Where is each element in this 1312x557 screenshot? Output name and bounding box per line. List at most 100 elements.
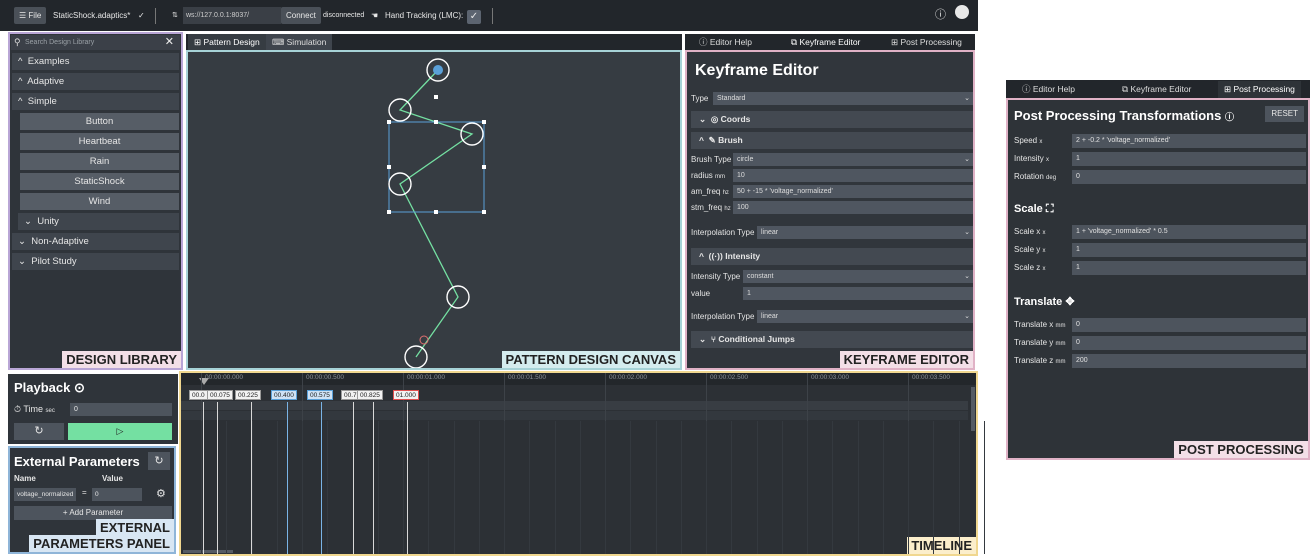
timeline-keyframe[interactable]: 00.825	[357, 390, 383, 400]
interpolation-label: Interpolation Type	[691, 228, 755, 237]
stm-freq-input[interactable]: 100	[733, 201, 973, 214]
save-check-icon[interactable]: ✓	[138, 7, 145, 24]
pattern-design-canvas[interactable]: PATTERN DESIGN CANVAS	[186, 50, 682, 370]
interpolation-select[interactable]: linear ⌄	[757, 226, 973, 239]
file-menu-button[interactable]: ☰ File	[14, 7, 47, 24]
reset-button[interactable]: ↻	[14, 423, 64, 440]
library-group-pilot-study[interactable]: ⌄ Pilot Study	[12, 253, 179, 270]
scale-z-input[interactable]: 1	[1072, 261, 1306, 275]
tx-label-text: Translate x	[1014, 320, 1054, 329]
type-label: Type	[691, 94, 709, 103]
tab-simulation[interactable]: ⌨ Simulation	[266, 34, 333, 51]
scale-x-unit: x	[1042, 230, 1046, 236]
time-row: ⏱ Time sec	[14, 404, 55, 414]
radius-input[interactable]: 10	[733, 169, 973, 182]
pattern-path-svg[interactable]	[188, 52, 680, 368]
am-freq-label: am_freq	[691, 187, 721, 196]
websocket-url-input[interactable]: ws://127.0.0.1:8037/	[183, 7, 281, 24]
library-group-unity[interactable]: ⌄ Unity	[18, 213, 179, 230]
library-search-input[interactable]: ⚲ Search Design Library ✕	[11, 35, 180, 50]
hand-tracking-checkbox[interactable]: ✓	[467, 8, 481, 25]
zone-label-post-processing: POST PROCESSING	[1174, 441, 1308, 458]
play-button[interactable]: ▷	[68, 423, 172, 440]
am-freq-row: am_freq hz 50 + -15 * 'voltage_normalize…	[691, 185, 973, 199]
library-group-adaptive[interactable]: ^ Adaptive	[12, 73, 179, 90]
chevron-down-icon: ⌄	[964, 229, 970, 236]
type-select[interactable]: Standard ⌄	[713, 92, 973, 105]
info-icon[interactable]: ⓘ	[935, 7, 946, 24]
library-item-heartbeat[interactable]: Heartbeat	[20, 133, 179, 150]
scale-x-input[interactable]: 1 + 'voltage_normalized' * 0.5	[1072, 225, 1306, 239]
tab-keyframe-editor[interactable]: ⧉ Keyframe Editor	[785, 34, 866, 51]
library-item-button[interactable]: Button	[20, 113, 179, 130]
timeline-keyframe[interactable]: 00.225	[235, 390, 261, 400]
param-value-input[interactable]: 0	[92, 488, 142, 501]
post-tab-keyframe-editor[interactable]: ⧉ Keyframe Editor	[1116, 81, 1197, 98]
timeline-ruler[interactable]	[181, 373, 976, 385]
gear-icon[interactable]: ⚙	[156, 487, 166, 500]
add-parameter-button[interactable]: + Add Parameter	[14, 506, 172, 520]
timeline-minor-gridline	[983, 421, 985, 554]
timeline-keyframe[interactable]: 00.575	[307, 390, 333, 400]
group-label: Examples	[27, 56, 70, 67]
rotation-label: Rotation deg	[1014, 170, 1056, 184]
intensity-unit: x	[1046, 157, 1050, 163]
timeline-minor-gridline	[756, 421, 758, 554]
timeline-keyframe[interactable]: 01.000	[393, 390, 419, 400]
section-conditional-jumps[interactable]: ⌄ ⑂ Conditional Jumps	[691, 331, 973, 348]
section-intensity[interactable]: ^ ((·)) Intensity	[691, 248, 973, 265]
library-group-non-adaptive[interactable]: ⌄ Non-Adaptive	[12, 233, 179, 250]
connect-button[interactable]: Connect	[281, 7, 321, 24]
filename: StaticShock.adaptics*	[53, 11, 131, 20]
scale-y-label: Scale y x	[1014, 243, 1045, 257]
timeline-tick-label: 00:00:02.500	[710, 374, 748, 381]
library-item-wind[interactable]: Wind	[20, 193, 179, 210]
post-tab-editor-help[interactable]: ⓘ Editor Help	[1016, 81, 1081, 98]
library-item-rain[interactable]: Rain	[20, 153, 179, 170]
hand-tracking-label: Hand Tracking (LMC):	[385, 11, 464, 20]
timeline-keyframe-line	[321, 402, 322, 554]
intensity-value-input[interactable]: 1	[743, 287, 973, 300]
brush-type-select[interactable]: circle ⌄	[733, 153, 973, 166]
timeline-keyframe[interactable]: 00.400	[271, 390, 297, 400]
section-brush[interactable]: ^ ✎ Brush	[691, 132, 973, 149]
am-freq-input[interactable]: 50 + -15 * 'voltage_normalized'	[733, 185, 973, 198]
intensity-type-select[interactable]: constant ⌄	[743, 270, 973, 283]
library-group-examples[interactable]: ^ Examples	[12, 53, 179, 70]
translate-x-input[interactable]: 0	[1072, 318, 1306, 332]
post-tab-post-processing[interactable]: ⊞ Post Processing	[1218, 81, 1301, 98]
timeline-scrollbar[interactable]	[971, 387, 975, 431]
timeline-keyframe[interactable]: 00.0	[189, 390, 208, 400]
intensity-input[interactable]: 1	[1072, 152, 1306, 166]
selection-handles[interactable]	[387, 95, 486, 214]
timeline-panel[interactable]: TIMELINE 00:00:00.000 00:00:00.500 00:00:0…	[179, 371, 985, 556]
tz-unit: mm	[1055, 359, 1066, 365]
scale-z-label: Scale z x	[1014, 261, 1045, 275]
tab-pattern-design[interactable]: ⊞ Pattern Design	[188, 34, 266, 51]
speed-input[interactable]: 2 + -0.2 * 'voltage_normalized'	[1072, 134, 1306, 148]
hand-icon: ☚	[371, 11, 379, 20]
time-input[interactable]: 0	[70, 403, 172, 416]
post-title: Post Processing Transformations ⓘ	[1014, 108, 1234, 123]
tab-post-processing[interactable]: ⊞ Post Processing	[885, 34, 968, 51]
library-item-staticshock[interactable]: StaticShock	[20, 173, 179, 190]
interpolation2-select[interactable]: linear ⌄	[757, 310, 973, 323]
github-icon[interactable]	[955, 5, 969, 19]
translate-y-input[interactable]: 0	[1072, 336, 1306, 350]
ty-unit: mm	[1055, 341, 1066, 347]
refresh-button[interactable]: ↻	[148, 452, 170, 470]
close-icon[interactable]: ✕	[165, 35, 174, 50]
param-name-input[interactable]: voltage_normalized	[14, 488, 76, 501]
timeline-keyframe[interactable]: 00.075	[207, 390, 233, 400]
tab-editor-help[interactable]: ⓘ Editor Help	[693, 34, 758, 51]
intensity-type-row: Intensity Type constant ⌄	[691, 270, 973, 284]
type-value: Standard	[717, 95, 746, 102]
section-coords[interactable]: ⌄ ◎ Coords	[691, 111, 973, 128]
tab-label: Keyframe Editor	[799, 37, 861, 47]
reset-button[interactable]: RESET	[1265, 106, 1304, 122]
library-group-simple[interactable]: ^ Simple	[12, 93, 179, 110]
translate-z-input[interactable]: 200	[1072, 354, 1306, 368]
scale-y-input[interactable]: 1	[1072, 243, 1306, 257]
col-value: Value	[102, 474, 123, 483]
rotation-input[interactable]: 0	[1072, 170, 1306, 184]
